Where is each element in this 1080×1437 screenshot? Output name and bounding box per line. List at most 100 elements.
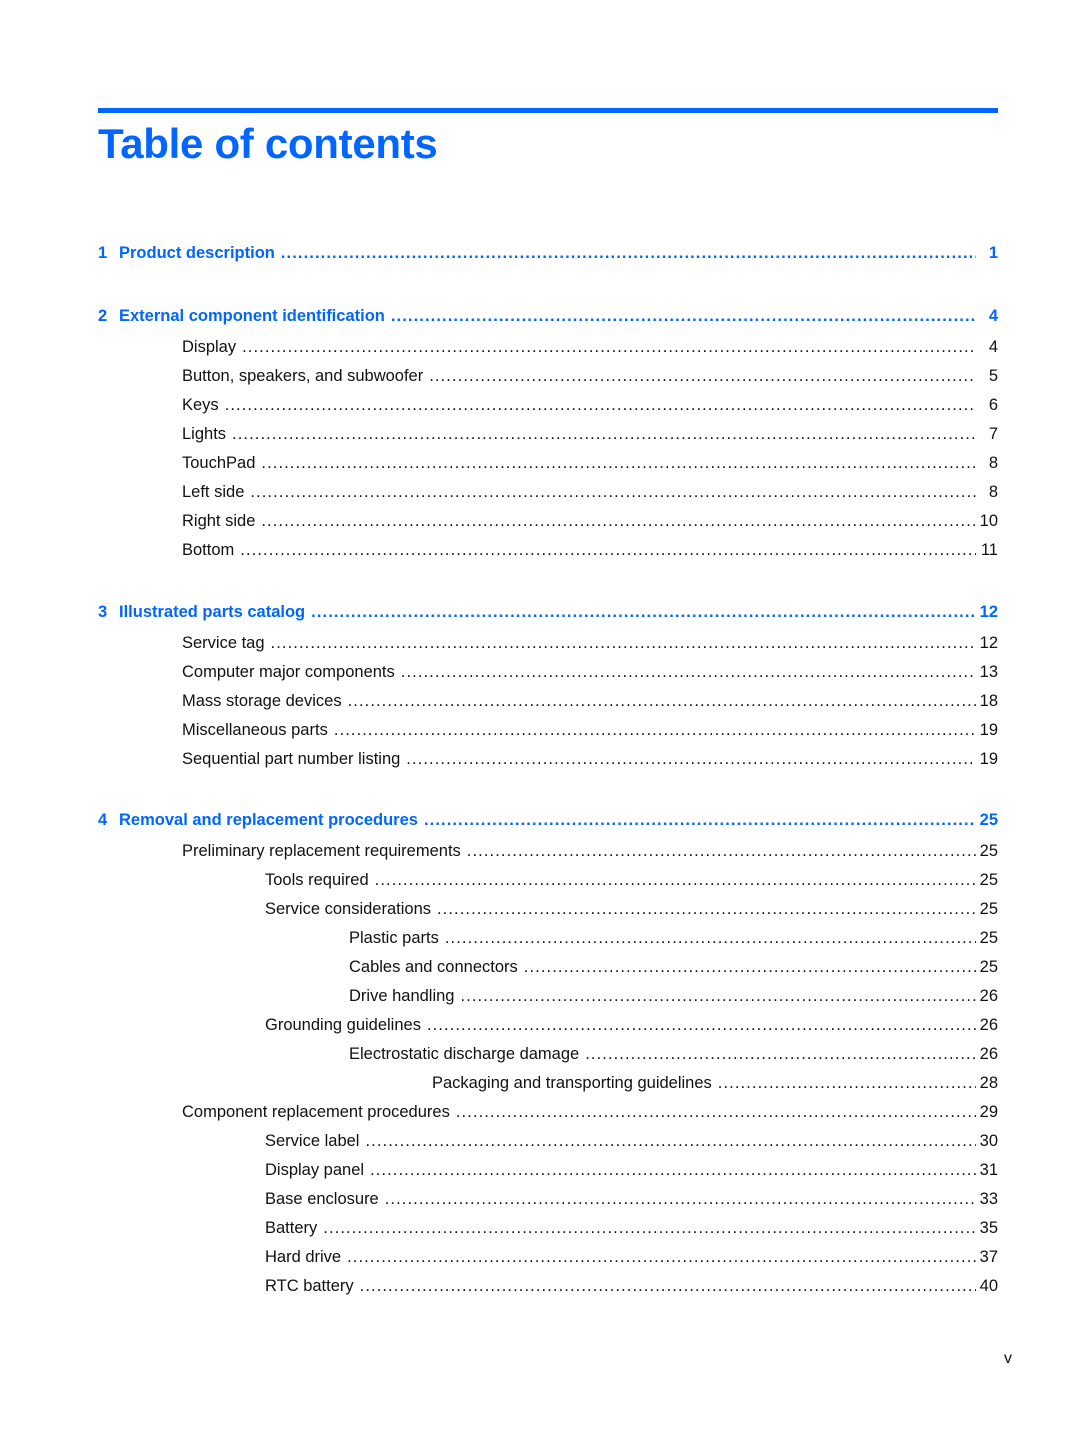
chapter-number: 2: [98, 307, 108, 325]
toc-chapter-entry[interactable]: 3 Illustrated parts catalog 12: [98, 601, 998, 623]
toc-entry-label: Hard drive: [265, 1248, 342, 1266]
dot-leader: [467, 840, 976, 862]
dot-leader: [427, 1014, 976, 1036]
dot-leader: [365, 1130, 975, 1152]
toc-page-number: 18: [979, 692, 998, 710]
toc-entry[interactable]: Service considerations 25: [265, 898, 998, 920]
toc-page-number: 19: [979, 721, 998, 739]
toc-entry[interactable]: Keys 6: [182, 394, 998, 416]
toc-page-number: 19: [979, 750, 998, 768]
toc-entry[interactable]: Tools required 25: [265, 869, 998, 891]
chapter-number: 1: [98, 244, 108, 262]
toc-entry[interactable]: Display panel 31: [265, 1159, 998, 1181]
toc-page-number: 25: [979, 958, 998, 976]
toc-entry[interactable]: Hard drive 37: [265, 1246, 998, 1268]
toc-entry-label: Cables and connectors: [349, 958, 518, 976]
toc-page-number: 25: [979, 929, 998, 947]
dot-leader: [261, 510, 975, 532]
dot-leader: [360, 1275, 976, 1297]
toc-entry-label: Drive handling: [349, 987, 455, 1005]
toc-entry-label: Keys: [182, 396, 219, 414]
toc-entry[interactable]: Display 4: [182, 336, 998, 358]
toc-entry-label: Button, speakers, and subwoofer: [182, 367, 424, 385]
dot-leader: [460, 985, 975, 1007]
toc-page-number: 4: [988, 338, 998, 356]
toc-entry[interactable]: Cables and connectors 25: [349, 956, 998, 978]
toc-page-number: 25: [979, 811, 998, 829]
toc-page-number: 26: [979, 1016, 998, 1034]
toc-chapter-entry[interactable]: 1 Product description 1: [98, 242, 998, 264]
chapter-title: Product description: [119, 244, 275, 262]
toc-entry[interactable]: Service tag 12: [182, 632, 998, 654]
toc-entry-label: Grounding guidelines: [265, 1016, 421, 1034]
page-title: Table of contents: [98, 120, 438, 167]
toc-entry-label: Battery: [265, 1219, 318, 1237]
dot-leader: [271, 632, 976, 654]
toc-entry-label: Display panel: [265, 1161, 365, 1179]
toc-entry[interactable]: Miscellaneous parts 19: [182, 719, 998, 741]
toc-entry-label: Right side: [182, 512, 256, 530]
toc-entry[interactable]: Battery 35: [265, 1217, 998, 1239]
toc-chapter-entry[interactable]: 2 External component identification 4: [98, 305, 998, 327]
toc-entry-label: 3 Illustrated parts catalog: [98, 601, 311, 623]
toc-entry[interactable]: Right side 10: [182, 510, 998, 532]
toc-entry-label: Component replacement procedures: [182, 1103, 450, 1121]
toc-entry[interactable]: Service label 30: [265, 1130, 998, 1152]
toc-entry-label: 2 External component identification: [98, 305, 391, 327]
toc-page-number: 13: [979, 663, 998, 681]
chapter-number: 3: [98, 603, 108, 621]
page-number: v: [1004, 1350, 1012, 1367]
dot-leader: [385, 1188, 976, 1210]
toc-entry[interactable]: Sequential part number listing 19: [182, 748, 998, 770]
dot-leader: [225, 394, 976, 416]
toc-entry-label: RTC battery: [265, 1277, 354, 1295]
toc-entry-label: Bottom: [182, 541, 235, 559]
toc-chapter-entry[interactable]: 4 Removal and replacement procedures 25: [98, 809, 998, 831]
toc-entry[interactable]: Preliminary replacement requirements 25: [182, 840, 998, 862]
toc-entry-label: Miscellaneous parts: [182, 721, 328, 739]
toc-entry-label: Service label: [265, 1132, 360, 1150]
dot-leader: [406, 748, 975, 770]
dot-leader: [281, 242, 976, 264]
toc-entry[interactable]: Mass storage devices 18: [182, 690, 998, 712]
toc-page-number: 4: [988, 307, 998, 325]
toc-page-number: 7: [988, 425, 998, 443]
dot-leader: [347, 1246, 976, 1268]
dot-leader: [424, 809, 976, 831]
dot-leader: [445, 927, 976, 949]
toc-entry[interactable]: Bottom 11: [182, 539, 998, 561]
dot-leader: [437, 898, 976, 920]
toc-entry[interactable]: RTC battery 40: [265, 1275, 998, 1297]
dot-leader: [401, 661, 976, 683]
chapter-number: 4: [98, 811, 108, 829]
toc-entry-label: Lights: [182, 425, 227, 443]
toc-page-number: 33: [979, 1190, 998, 1208]
toc-entry-label: Display: [182, 338, 237, 356]
toc-entry-label: Base enclosure: [265, 1190, 379, 1208]
dot-leader: [311, 601, 976, 623]
toc-entry[interactable]: Computer major components 13: [182, 661, 998, 683]
toc-entry-label: Service considerations: [265, 900, 431, 918]
toc-entry[interactable]: TouchPad 8: [182, 452, 998, 474]
toc-entry-label: Mass storage devices: [182, 692, 342, 710]
toc-entry-label: Service tag: [182, 634, 265, 652]
toc-entry[interactable]: Component replacement procedures 29: [182, 1101, 998, 1123]
toc-entry[interactable]: Plastic parts 25: [349, 927, 998, 949]
toc-page-number: 11: [980, 541, 998, 559]
toc-entry[interactable]: Button, speakers, and subwoofer 5: [182, 365, 998, 387]
toc-entry[interactable]: Grounding guidelines 26: [265, 1014, 998, 1036]
chapter-title: Removal and replacement procedures: [119, 811, 418, 829]
toc-entry[interactable]: Base enclosure 33: [265, 1188, 998, 1210]
toc-entry[interactable]: Left side 8: [182, 481, 998, 503]
toc-entry[interactable]: Electrostatic discharge damage 26: [349, 1043, 998, 1065]
dot-leader: [261, 452, 976, 474]
toc-entry[interactable]: Lights 7: [182, 423, 998, 445]
toc-page-number: 25: [979, 871, 998, 889]
toc-page-number: 5: [988, 367, 998, 385]
toc-page-number: 30: [979, 1132, 998, 1150]
chapter-title: External component identification: [119, 307, 385, 325]
dot-leader: [524, 956, 976, 978]
dot-leader: [242, 336, 976, 358]
toc-entry[interactable]: Packaging and transporting guidelines 28: [432, 1072, 998, 1094]
toc-entry[interactable]: Drive handling 26: [349, 985, 998, 1007]
